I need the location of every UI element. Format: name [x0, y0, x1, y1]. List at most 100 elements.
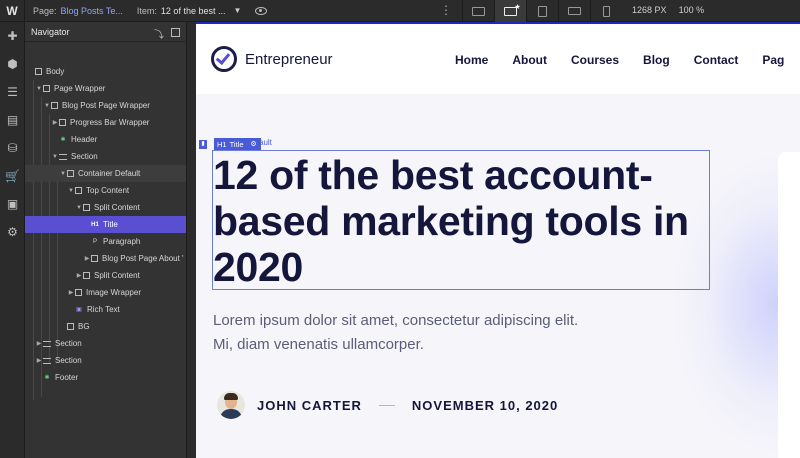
tree-item[interactable]: BG	[25, 318, 186, 335]
element-box-icon	[75, 289, 82, 296]
tree-item[interactable]: ▶ Image Wrapper	[25, 284, 186, 301]
container-icon	[67, 170, 74, 177]
heading-h1-icon: H1	[91, 221, 99, 228]
nav-link-about[interactable]: About	[512, 53, 547, 67]
tree-item[interactable]: P Paragraph	[25, 233, 186, 250]
ecommerce-cart-icon[interactable]: 🛒	[0, 162, 25, 190]
tree-item[interactable]: ▶ Section	[25, 352, 186, 369]
post-title[interactable]: 12 of the best account-based marketing t…	[213, 152, 713, 290]
navigator-panel: Navigator ⤵ Body ▼ Page Wrapper ▼ Blog P…	[25, 22, 187, 458]
element-box-icon	[35, 68, 42, 75]
pin-icon[interactable]: ⤵	[154, 26, 164, 41]
selection-tag-label: Title	[229, 139, 244, 149]
tree-item[interactable]: ▼ Container Default	[25, 165, 186, 182]
tree-item[interactable]: ▼ Blog Post Page Wrapper	[25, 97, 186, 114]
design-canvas[interactable]: Entrepreneur Home About Courses Blog Con…	[187, 22, 800, 458]
tablet-icon	[538, 5, 547, 17]
page-value: Blog Posts Te...	[60, 5, 123, 16]
tree-item[interactable]: ▼ Split Content	[25, 199, 186, 216]
tree-item[interactable]: ▶ Progress Bar Wrapper	[25, 114, 186, 131]
tree-item-selected[interactable]: H1 Title	[25, 216, 186, 233]
item-selector[interactable]: Item: 12 of the best ... ▼	[137, 6, 241, 16]
caret-down-icon[interactable]: ▼	[59, 171, 67, 177]
viewport-unit: PX	[654, 5, 667, 15]
breakpoint-desktop-button[interactable]: ★	[494, 0, 526, 22]
star-icon: ★	[514, 3, 521, 11]
tree-item-label: Image Wrapper	[86, 288, 141, 297]
tree-item[interactable]: ▼ Page Wrapper	[25, 80, 186, 97]
tree-item[interactable]: ▶ Blog Post Page About '	[25, 250, 186, 267]
h1-tag-label: H1	[217, 139, 227, 149]
nav-link-pages[interactable]: Pag	[762, 53, 784, 67]
tree-item[interactable]: ▼ Top Content	[25, 182, 186, 199]
caret-right-icon[interactable]: ▶	[51, 119, 59, 126]
pages-icon[interactable]: ▤	[0, 106, 25, 134]
cms-database-icon[interactable]: ⛁	[0, 134, 25, 162]
navigator-header: Navigator ⤵	[25, 22, 186, 42]
more-options-icon[interactable]: ⋮	[440, 3, 452, 17]
tree-item[interactable]: ✱ Footer	[25, 369, 186, 386]
caret-right-icon[interactable]: ▶	[67, 289, 75, 296]
caret-right-icon[interactable]: ▶	[35, 340, 43, 347]
breakpoint-desktop-large-button[interactable]	[462, 0, 494, 22]
symbol-component-icon: ✱	[60, 137, 66, 143]
element-settings-gear-icon[interactable]: ⚙	[248, 138, 259, 150]
author-avatar[interactable]	[217, 391, 245, 419]
selection-tag[interactable]: H1 Title ⚙	[214, 138, 262, 150]
tree-item-label: Paragraph	[103, 237, 141, 246]
nav-link-courses[interactable]: Courses	[571, 53, 619, 67]
add-panel-icon[interactable]: ✚	[0, 22, 25, 50]
tree-item-label: BG	[78, 322, 90, 331]
page-selector[interactable]: Page: Blog Posts Te...	[33, 6, 123, 16]
caret-down-icon[interactable]: ▼	[75, 205, 83, 211]
assets-images-icon[interactable]: ▣	[0, 190, 25, 218]
preview-eye-icon[interactable]	[255, 6, 268, 15]
tree-item[interactable]: ✱ Header	[25, 131, 186, 148]
nav-link-home[interactable]: Home	[455, 53, 488, 67]
caret-down-icon[interactable]: ▼	[43, 103, 51, 109]
element-box-icon	[91, 255, 98, 262]
dock-panel-icon[interactable]	[171, 28, 180, 37]
post-excerpt[interactable]: Lorem ipsum dolor sit amet, consectetur …	[213, 309, 633, 357]
settings-gear-icon[interactable]: ⚙	[0, 218, 25, 246]
caret-right-icon[interactable]: ▶	[83, 255, 91, 262]
tree-item-label: Section	[55, 356, 82, 365]
breakpoint-landscape-button[interactable]	[558, 0, 590, 22]
caret-right-icon[interactable]: ▶	[75, 272, 83, 279]
page-label: Page:	[33, 5, 57, 16]
caret-down-icon[interactable]: ▼	[67, 188, 75, 194]
breakpoint-portrait-button[interactable]	[590, 0, 622, 22]
mobile-portrait-icon	[603, 5, 610, 17]
caret-down-icon[interactable]: ▼	[51, 154, 59, 160]
tree-item[interactable]: ▶ Split Content	[25, 267, 186, 284]
brand-name[interactable]: Entrepreneur	[245, 51, 333, 68]
caret-down-icon[interactable]: ▼	[35, 86, 43, 92]
excerpt-line-2: Mi, diam venenatis ullamcorper.	[213, 336, 424, 353]
tree-item-label: Body	[46, 67, 65, 76]
navigator-icon[interactable]: ☰	[0, 78, 25, 106]
tree-item[interactable]: ▼ Section	[25, 148, 186, 165]
site-header[interactable]: Entrepreneur Home About Courses Blog Con…	[196, 24, 800, 94]
section-icon	[59, 153, 67, 160]
tree-item[interactable]: ▣ Rich Text	[25, 301, 186, 318]
left-tool-rail: ✚ ⬢ ☰ ▤ ⛁ 🛒 ▣ ⚙	[0, 22, 25, 458]
webflow-logo[interactable]: W	[0, 0, 25, 22]
caret-right-icon[interactable]: ▶	[35, 357, 43, 364]
breakpoint-tablet-button[interactable]	[526, 0, 558, 22]
author-name[interactable]: JOHN CARTER	[257, 398, 362, 413]
tree-item[interactable]: ▶ Section	[25, 335, 186, 352]
brand-check-logo-icon[interactable]	[211, 46, 237, 72]
nav-link-contact[interactable]: Contact	[694, 53, 739, 67]
page-preview[interactable]: Entrepreneur Home About Courses Blog Con…	[196, 22, 800, 458]
rich-text-icon: ▣	[76, 307, 82, 313]
item-label: Item:	[136, 5, 157, 16]
meta-divider	[378, 404, 395, 406]
symbols-cube-icon[interactable]: ⬢	[0, 50, 25, 78]
container-tag-icon[interactable]: ▮	[199, 140, 207, 149]
side-image-card[interactable]	[778, 152, 800, 458]
tree-item-label: Progress Bar Wrapper	[70, 118, 150, 127]
nav-link-blog[interactable]: Blog	[643, 53, 670, 67]
tree-item[interactable]: Body	[25, 63, 186, 80]
tree-item-label: Blog Post Page Wrapper	[62, 101, 150, 110]
mobile-landscape-icon	[568, 7, 581, 15]
